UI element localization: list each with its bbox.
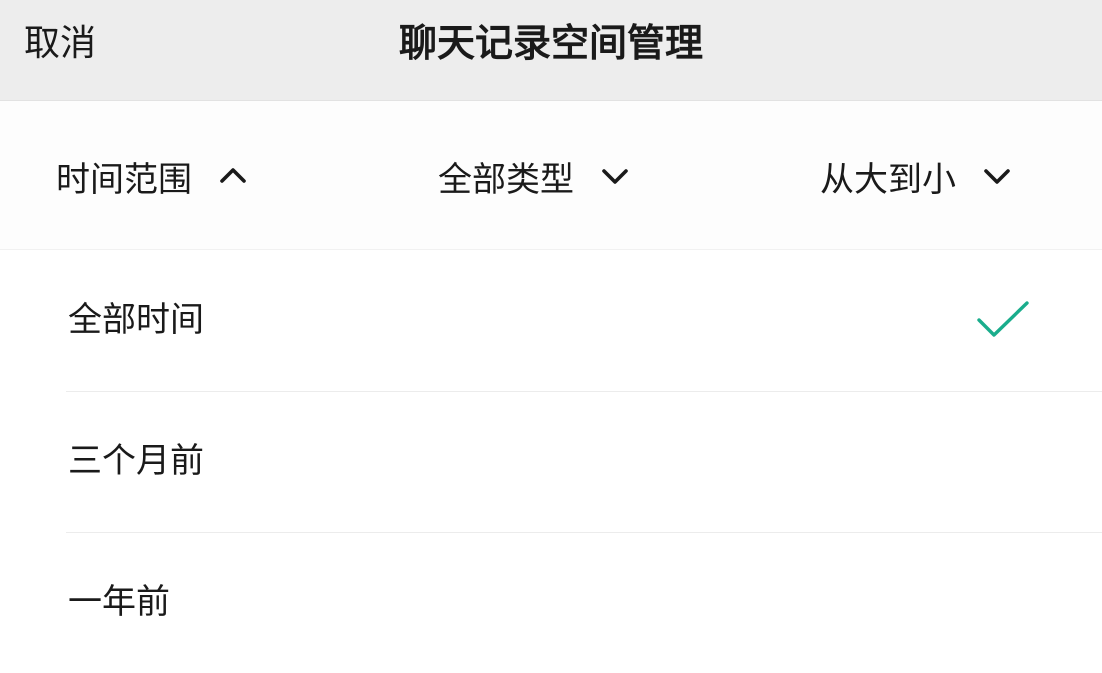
time-option-label: 一年前 [68,582,170,622]
chevron-up-icon [220,168,246,183]
time-option-all[interactable]: 全部时间 [0,250,1102,391]
time-option-label: 全部时间 [68,300,204,340]
page-title: 聊天记录空间管理 [398,21,703,65]
checkmark-icon [977,301,1029,337]
filter-all-types-label: 全部类型 [438,159,574,200]
top-nav-bar: 取消 聊天记录空间管理 [0,0,1102,101]
time-option-label: 三个月前 [68,441,204,481]
filter-all-types[interactable]: 全部类型 [438,151,630,201]
chevron-down-icon [984,169,1010,184]
filter-sort-order-label: 从大到小 [820,159,956,200]
time-range-options-list: 全部时间 三个月前 一年前 [0,250,1102,673]
time-option-three-months[interactable]: 三个月前 [0,391,1102,532]
filter-bar: 时间范围 全部类型 从大到小 [0,101,1102,250]
cancel-button[interactable]: 取消 [24,20,96,68]
chevron-down-icon [602,169,628,184]
filter-sort-order[interactable]: 从大到小 [820,151,1012,201]
filter-time-range-label: 时间范围 [56,159,192,200]
time-option-one-year[interactable]: 一年前 [0,532,1102,673]
filter-time-range[interactable]: 时间范围 [56,151,248,201]
